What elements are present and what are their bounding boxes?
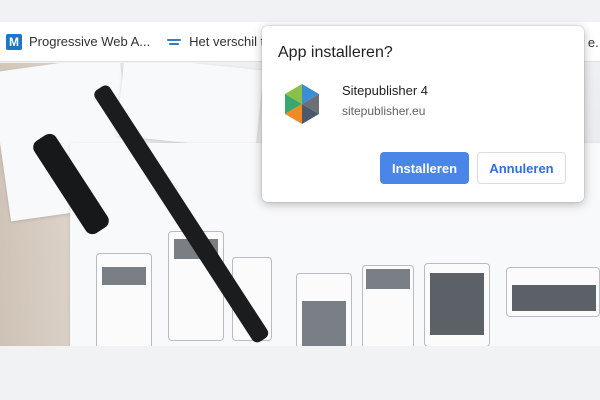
cancel-button[interactable]: Annuleren xyxy=(477,152,566,184)
bookmark-het-verschil[interactable]: Het verschil tus xyxy=(160,22,278,61)
sitepublisher-app-icon xyxy=(285,84,319,124)
app-host: sitepublisher.eu xyxy=(342,104,426,118)
bookmark-progressive-web-apps[interactable]: M Progressive Web A... xyxy=(0,22,151,61)
m-letter-icon: M xyxy=(6,33,22,50)
site-logo-icon xyxy=(166,34,182,50)
app-name: Sitepublisher 4 xyxy=(342,83,428,98)
install-app-dialog: App installeren? Sitepublisher 4 sitepub… xyxy=(262,26,584,202)
dialog-title: App installeren? xyxy=(278,44,393,61)
bookmark-label: Progressive Web A... xyxy=(29,34,151,49)
browser-tab-strip xyxy=(0,0,600,22)
install-button[interactable]: Installeren xyxy=(380,152,469,184)
